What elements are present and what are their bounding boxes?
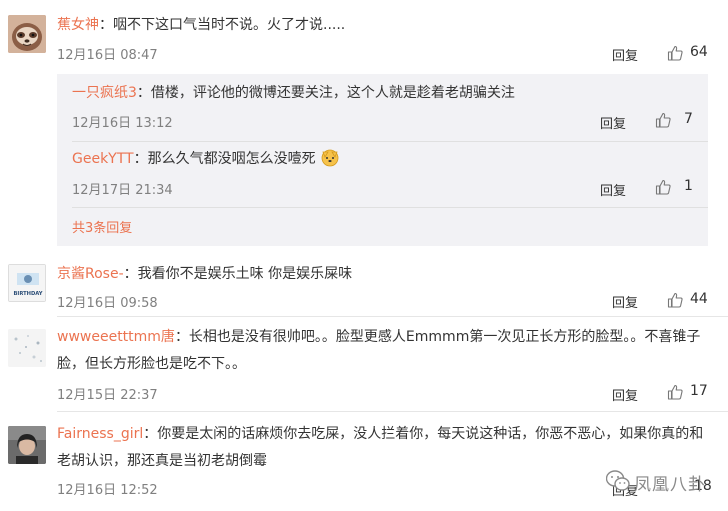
comment-time: 12月16日 13:12: [72, 116, 173, 131]
avatar[interactable]: [8, 426, 46, 464]
birthday-avatar-icon: BIRTHDAY: [9, 265, 45, 301]
comment-body: ：咽不下这口气当时不说。火了才说.....: [99, 17, 346, 33]
like-count: 17: [690, 383, 708, 399]
comment-body: ：我看你不是娱乐土味 你是娱乐屎味: [123, 266, 353, 282]
comment-item: BIRTHDAY 京酱Rose-：我看你不是娱乐土味 你是娱乐屎味 12月16日…: [0, 250, 728, 312]
comment-text: 京酱Rose-：我看你不是娱乐土味 你是娱乐屎味: [57, 261, 716, 288]
reply-button[interactable]: 回复: [612, 385, 638, 404]
comment-item: Fairness_girl：你要是太闲的话麻烦你去吃屎，没人拦着你，每天说这种话…: [0, 412, 728, 511]
svg-text:BIRTHDAY: BIRTHDAY: [13, 291, 42, 297]
dog-emoji-icon: [321, 149, 339, 167]
thumbs-up-icon[interactable]: [667, 384, 683, 400]
sub-comment-item: 一只疯纸3：借楼，评论他的微博还要关注，这个人就是趁着老胡骗关注 12月16日 …: [57, 74, 708, 142]
comment-item: wwweeetttmm唐：长相也是没有很帅吧。。脸型更感人Emmmm第一次见正长…: [0, 317, 728, 409]
comment-time: 12月16日 08:47: [57, 48, 158, 63]
more-replies-link[interactable]: 共3条回复: [72, 217, 132, 236]
thumbs-up-icon[interactable]: [667, 45, 683, 61]
comment-time: 12月16日 12:52: [57, 483, 158, 498]
comment-time: 12月16日 09:58: [57, 296, 158, 311]
comment-text: 蕉女神：咽不下这口气当时不说。火了才说.....: [57, 12, 716, 39]
username-link[interactable]: 一只疯纸3: [72, 85, 137, 101]
comment-text: wwweeetttmm唐：长相也是没有很帅吧。。脸型更感人Emmmm第一次见正长…: [57, 324, 716, 378]
like-count: 44: [690, 291, 708, 307]
comment-time: 12月15日 22:37: [57, 388, 158, 403]
divider: [72, 207, 708, 208]
thumbs-up-icon[interactable]: [655, 112, 671, 128]
comment-time: 12月17日 21:34: [72, 183, 173, 198]
avatar[interactable]: [8, 15, 46, 53]
like-count: 1: [684, 178, 693, 194]
comment-body: ：那么久气都没咽怎么没噎死: [133, 151, 316, 167]
comment-text: 一只疯纸3：借楼，评论他的微博还要关注，这个人就是趁着老胡骗关注: [72, 80, 698, 107]
reply-button[interactable]: 回复: [612, 292, 638, 311]
avatar[interactable]: [8, 329, 46, 367]
username-link[interactable]: 京酱Rose-: [57, 266, 124, 282]
reply-button[interactable]: 回复: [600, 180, 626, 199]
wechat-icon: [606, 470, 630, 491]
sloth-avatar-icon: [8, 15, 46, 53]
avatar[interactable]: BIRTHDAY: [8, 264, 46, 302]
username-link[interactable]: Fairness_girl: [57, 426, 143, 442]
thumbs-up-icon[interactable]: [667, 292, 683, 308]
comment-body: ：你要是太闲的话麻烦你去吃屎，没人拦着你，每天说这种话，你恶不恶心，如果你真的和…: [57, 426, 704, 469]
username-link[interactable]: 蕉女神: [57, 17, 99, 33]
comment-body: ：借楼，评论他的微博还要关注，这个人就是趁着老胡骗关注: [136, 85, 515, 101]
photo-avatar-icon: [8, 426, 46, 464]
watermark-text: 凤凰八卦: [634, 475, 706, 495]
watermark: 凤凰八卦: [604, 466, 716, 496]
comment-item: 蕉女神：咽不下这口气当时不说。火了才说..... 12月16日 08:47 回复…: [0, 0, 728, 250]
thumbs-up-icon[interactable]: [655, 179, 671, 195]
comment-text: GeekYTT：那么久气都没咽怎么没噎死: [72, 146, 698, 173]
username-link[interactable]: GeekYTT: [72, 151, 134, 167]
reply-button[interactable]: 回复: [612, 45, 638, 64]
like-count: 7: [684, 111, 693, 127]
reply-button[interactable]: 回复: [600, 113, 626, 132]
sub-comment-item: GeekYTT：那么久气都没咽怎么没噎死 12月17日 21:34 回复 1: [57, 142, 708, 208]
pattern-avatar-icon: [8, 329, 46, 367]
sub-comment-box: 一只疯纸3：借楼，评论他的微博还要关注，这个人就是趁着老胡骗关注 12月16日 …: [57, 74, 708, 246]
like-count: 64: [690, 44, 708, 60]
username-link[interactable]: wwweeetttmm唐: [57, 329, 175, 345]
